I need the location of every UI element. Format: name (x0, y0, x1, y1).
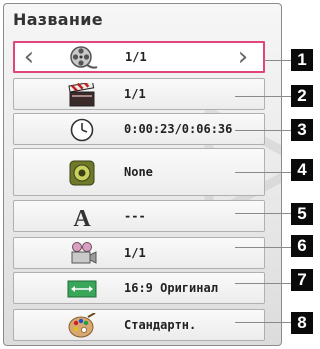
option-value: 1/1 (124, 246, 146, 260)
callout-line (235, 172, 291, 173)
callout-number: 8 (291, 312, 313, 334)
video-camera-icon (62, 240, 102, 268)
callout-number: 4 (291, 159, 313, 181)
prev-arrow-icon[interactable]: ‹ (19, 43, 39, 71)
callout-number: 1 (291, 49, 313, 71)
callout-line (235, 213, 291, 214)
svg-text:A: A (73, 206, 91, 230)
clapperboard-icon (62, 81, 102, 109)
clock-icon (62, 116, 102, 144)
option-value: None (124, 165, 153, 179)
option-row-title[interactable]: ‹ 1/1 › (13, 41, 265, 73)
option-value: 16:9 Оригинал (124, 281, 218, 295)
callout-number: 3 (291, 119, 313, 141)
callout-line (235, 247, 291, 248)
aspect-ratio-icon (62, 275, 102, 303)
callout-line (235, 130, 291, 131)
callout-line (264, 60, 291, 61)
callout-line (235, 322, 291, 323)
callout-number: 6 (291, 235, 313, 257)
speaker-icon (62, 159, 102, 187)
option-value: --- (124, 209, 146, 223)
option-row-time[interactable]: 0:00:23/0:06:36 (13, 113, 265, 145)
film-reel-icon (63, 44, 103, 72)
panel-title: Название (13, 10, 103, 29)
option-value: 0:00:23/0:06:36 (124, 122, 233, 136)
option-row-subtitle[interactable]: A --- (13, 200, 265, 232)
option-value: Стандартн. (124, 318, 197, 332)
playback-options-panel: Название ‹ 1/1 › 1/1 0:00:23/0:06:36 Non… (3, 3, 282, 346)
option-row-audio[interactable]: None (13, 148, 265, 196)
option-row-angle[interactable]: 1/1 (13, 237, 265, 269)
option-value: 1/1 (125, 50, 147, 64)
option-row-aspect[interactable]: 16:9 Оригинал (13, 272, 265, 304)
font-letter-icon: A (62, 203, 102, 231)
callout-number: 2 (291, 85, 313, 107)
option-row-chapter[interactable]: 1/1 (13, 78, 265, 110)
option-row-picture-mode[interactable]: Стандартн. (13, 309, 265, 341)
option-value: 1/1 (124, 87, 146, 101)
callout-line (235, 96, 291, 97)
palette-icon (62, 312, 102, 340)
callout-line (235, 283, 291, 284)
callout-number: 7 (291, 269, 313, 291)
next-arrow-icon[interactable]: › (233, 43, 253, 71)
callout-number: 5 (291, 203, 313, 225)
